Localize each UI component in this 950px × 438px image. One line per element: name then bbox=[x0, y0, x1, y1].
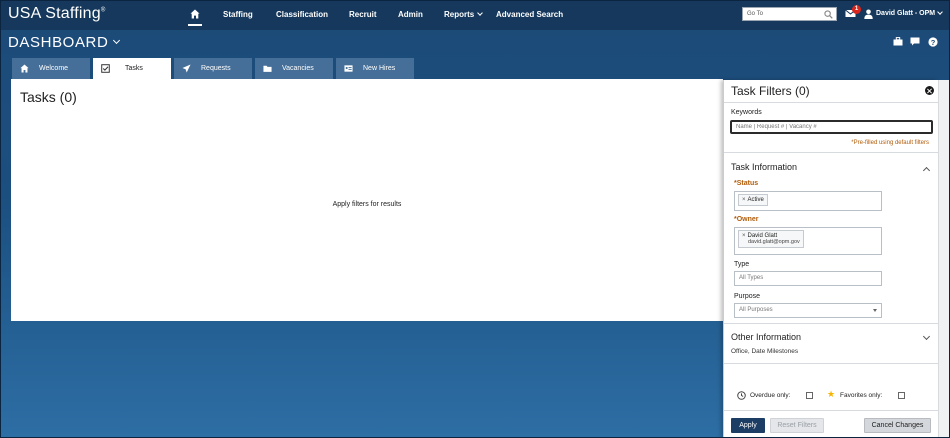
reset-filters-button[interactable]: Reset Filters bbox=[770, 418, 824, 433]
type-select[interactable]: All Types bbox=[734, 271, 882, 286]
divider bbox=[724, 363, 939, 364]
chevron-down-icon bbox=[477, 10, 484, 16]
dashboard-title-label: DASHBOARD bbox=[8, 34, 109, 51]
folder-icon bbox=[263, 65, 272, 72]
tab-label: Tasks bbox=[125, 65, 143, 72]
chevron-down-icon[interactable] bbox=[937, 9, 943, 15]
tab-label: Welcome bbox=[39, 65, 69, 72]
tasks-panel: Tasks (0) Apply filters for results bbox=[11, 79, 723, 321]
notification-badge: 1 bbox=[852, 5, 861, 14]
cancel-changes-button[interactable]: Cancel Changes bbox=[864, 418, 931, 433]
other-information-subtitle: Office, Date Milestones bbox=[731, 348, 799, 355]
tab-label: Requests bbox=[201, 65, 231, 72]
favorites-label: Favorites only: bbox=[840, 392, 883, 399]
type-placeholder: All Types bbox=[739, 275, 764, 281]
goto-input[interactable]: Go To bbox=[742, 7, 837, 21]
purpose-value: All Purposes bbox=[739, 307, 773, 313]
owner-chip-email: david.glatt@opm.gov bbox=[748, 239, 800, 245]
prefilled-note: *Pre-filled using default filters bbox=[851, 140, 929, 146]
remove-icon[interactable]: × bbox=[742, 233, 746, 239]
remove-icon[interactable]: × bbox=[742, 197, 746, 203]
caret-down-icon bbox=[873, 309, 877, 312]
filters-title: Task Filters (0) bbox=[731, 84, 810, 98]
nav-reports-label: Reports bbox=[444, 10, 475, 19]
star-icon: ★ bbox=[827, 389, 836, 399]
user-icon[interactable] bbox=[864, 9, 873, 19]
nav-advanced-search[interactable]: Advanced Search bbox=[496, 10, 563, 19]
search-icon[interactable] bbox=[824, 10, 833, 19]
page-title: Tasks (0) bbox=[20, 89, 77, 105]
goto-placeholder: Go To bbox=[747, 11, 763, 17]
empty-state-message: Apply filters for results bbox=[332, 201, 402, 208]
divider bbox=[724, 410, 939, 411]
divider bbox=[724, 323, 939, 324]
top-navbar: USA Staffing® Staffing Classification Re… bbox=[0, 0, 950, 30]
chevron-up-icon[interactable] bbox=[922, 166, 931, 175]
tab-new-hires[interactable]: New Hires bbox=[336, 58, 414, 79]
task-filters-panel: Task Filters (0) Keywords *Pre-filled us… bbox=[723, 80, 939, 438]
nav-reports[interactable]: Reports bbox=[444, 10, 484, 19]
send-icon bbox=[182, 64, 191, 73]
tab-vacancies[interactable]: Vacancies bbox=[255, 58, 333, 79]
type-label: Type bbox=[734, 261, 750, 268]
home-icon[interactable] bbox=[190, 9, 200, 19]
favorites-checkbox[interactable] bbox=[898, 392, 905, 399]
clock-icon bbox=[737, 391, 746, 400]
chat-icon[interactable] bbox=[910, 37, 920, 46]
status-chip[interactable]: × Active bbox=[738, 194, 768, 206]
scrollbar[interactable] bbox=[938, 80, 949, 438]
status-multiselect[interactable]: × Active bbox=[734, 191, 882, 211]
chevron-down-icon bbox=[113, 36, 121, 45]
apply-button[interactable]: Apply bbox=[731, 418, 765, 433]
divider bbox=[724, 102, 939, 103]
task-information-title[interactable]: Task Information bbox=[731, 162, 797, 172]
checkbox-icon bbox=[101, 64, 110, 73]
owner-chip[interactable]: × David Glatt david.glatt@opm.gov bbox=[738, 230, 804, 248]
keywords-label: Keywords bbox=[731, 109, 762, 116]
user-menu[interactable]: David Glatt - OPM bbox=[876, 10, 935, 17]
purpose-label: Purpose bbox=[734, 293, 761, 300]
owner-label: *Owner bbox=[734, 216, 759, 223]
tab-welcome[interactable]: Welcome bbox=[12, 58, 90, 79]
dashboard-title[interactable]: DASHBOARD bbox=[8, 34, 121, 51]
overdue-label: Overdue only: bbox=[750, 392, 791, 399]
nav-recruit[interactable]: Recruit bbox=[349, 10, 377, 19]
nav-classification[interactable]: Classification bbox=[276, 10, 328, 19]
svg-text:?: ? bbox=[931, 38, 936, 47]
nav-admin[interactable]: Admin bbox=[398, 10, 423, 19]
keywords-input[interactable] bbox=[730, 120, 933, 134]
close-icon[interactable] bbox=[925, 86, 934, 95]
chevron-down-icon[interactable] bbox=[922, 332, 931, 341]
brand-logo[interactable]: USA Staffing® bbox=[8, 5, 105, 23]
status-chip-label: Active bbox=[747, 197, 764, 203]
status-label: *Status bbox=[734, 180, 759, 187]
tab-requests[interactable]: Requests bbox=[174, 58, 252, 79]
purpose-select[interactable]: All Purposes bbox=[734, 303, 882, 318]
home-icon bbox=[20, 64, 29, 73]
tab-label: New Hires bbox=[363, 65, 396, 72]
id-card-icon bbox=[344, 65, 353, 72]
help-icon[interactable]: ? bbox=[928, 37, 938, 47]
active-nav-indicator bbox=[188, 24, 202, 26]
tab-tasks[interactable]: Tasks bbox=[93, 58, 171, 80]
overdue-checkbox[interactable] bbox=[806, 392, 813, 399]
other-information-title[interactable]: Other Information bbox=[731, 332, 801, 342]
briefcase-icon[interactable] bbox=[893, 37, 903, 46]
owner-multiselect[interactable]: × David Glatt david.glatt@opm.gov bbox=[734, 227, 882, 255]
nav-staffing[interactable]: Staffing bbox=[223, 10, 253, 19]
divider bbox=[724, 152, 939, 153]
tab-label: Vacancies bbox=[282, 65, 314, 72]
